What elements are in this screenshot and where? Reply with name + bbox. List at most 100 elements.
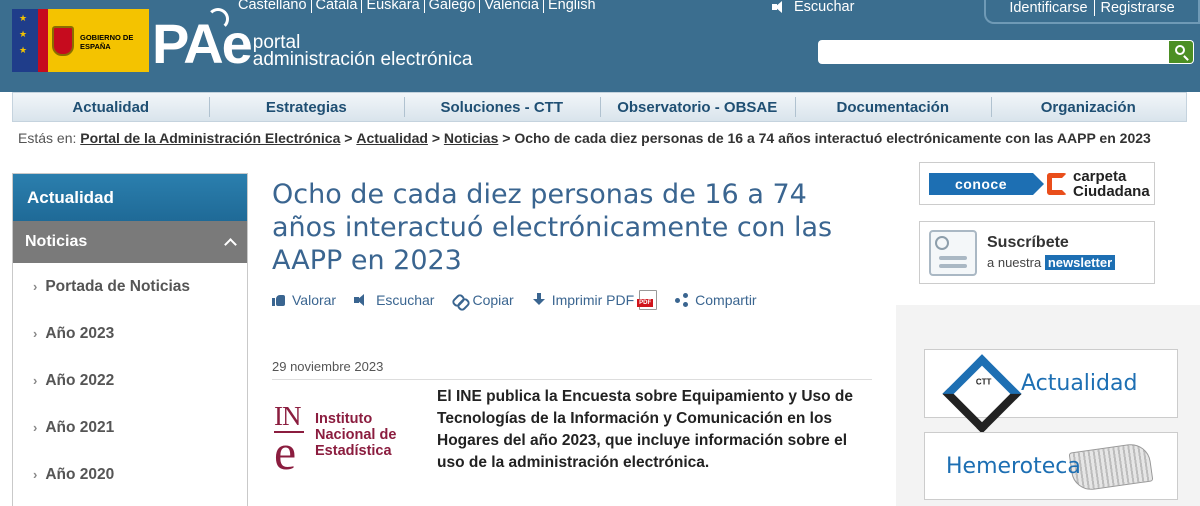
link-icon <box>452 293 466 307</box>
sidebar-section-noticias[interactable]: Noticias <box>13 221 247 263</box>
breadcrumb-current: Ocho de cada diez personas de 16 a 74 añ… <box>514 130 1151 146</box>
download-icon <box>532 293 546 307</box>
chevron-right-icon: › <box>33 279 38 294</box>
lang-valencia[interactable]: Valencià <box>480 0 544 13</box>
share-label: Compartir <box>695 292 757 308</box>
lang-english[interactable]: English <box>544 0 600 13</box>
thumbs-up-icon <box>272 293 286 307</box>
ine-logo: IN e Instituto Nacional de Estadística <box>272 402 422 480</box>
carpeta-ciudadana-banner[interactable]: conoce carpeta Ciudadana <box>919 162 1155 205</box>
carpeta-ciudadana-icon <box>1047 172 1067 195</box>
ctt-label: Actualidad <box>1021 371 1138 396</box>
register-link[interactable]: Registrarse <box>1093 0 1181 16</box>
sidebar-item-2023[interactable]: › Año 2023 <box>13 310 247 357</box>
pae-logo-big: PAe <box>152 12 253 75</box>
sidebar-item-label: Año 2021 <box>45 418 115 436</box>
breadcrumb: Estás en: Portal de la Administración El… <box>18 130 1151 146</box>
ctt-actualidad-banner[interactable]: CTT Actualidad <box>924 349 1178 418</box>
ctt-logo-icon: CTT <box>952 354 1011 413</box>
newsletter-line1: Suscríbete <box>987 233 1069 251</box>
language-selector: Castellano Català Euskara Galego Valenci… <box>238 0 600 13</box>
rate-label: Valorar <box>292 292 337 308</box>
lang-castellano[interactable]: Castellano <box>238 0 312 13</box>
breadcrumb-prefix: Estás en: <box>18 130 77 146</box>
search-bar <box>818 40 1194 64</box>
rate-button[interactable]: Valorar <box>272 292 336 308</box>
copy-button[interactable]: Copiar <box>452 292 513 308</box>
newsletter-line2: a nuestra <box>987 254 1042 270</box>
gov-logo-text: GOBIERNO DE ESPAÑA <box>80 33 134 51</box>
listen-label: Escuchar <box>794 0 855 15</box>
search-icon <box>1175 45 1185 55</box>
chevron-up-icon <box>224 238 237 251</box>
search-button[interactable] <box>1169 41 1193 63</box>
chevron-right-icon: › <box>33 467 38 482</box>
ine-line2: Nacional de <box>315 427 397 443</box>
newsletter-icon <box>929 229 977 276</box>
identify-link[interactable]: Identificarse <box>1003 0 1093 16</box>
nav-actualidad[interactable]: Actualidad <box>13 93 209 121</box>
breadcrumb-link-actualidad[interactable]: Actualidad <box>356 130 428 146</box>
speaker-icon <box>772 0 788 14</box>
nav-organizacion[interactable]: Organización <box>990 93 1187 121</box>
sidebar-header[interactable]: Actualidad <box>13 174 247 221</box>
ine-mark-icon: IN e <box>272 402 312 480</box>
article-actions: Valorar Escuchar Copiar Imprimir PDF Com… <box>272 290 775 310</box>
breadcrumb-link-portal[interactable]: Portal de la Administración Electrónica <box>80 130 340 146</box>
newspaper-icon <box>1068 441 1154 493</box>
sidebar-item-label: Portada de Noticias <box>45 277 191 295</box>
copy-label: Copiar <box>472 292 514 308</box>
pae-portal-logo[interactable]: PAe portal administración electrónica <box>152 8 473 75</box>
carpeta-line2: Ciudadana <box>1073 182 1150 200</box>
ine-line3: Estadística <box>315 443 392 459</box>
lang-galego[interactable]: Galego <box>425 0 481 13</box>
nav-documentacion[interactable]: Documentación <box>795 93 991 121</box>
newsletter-tag: newsletter <box>1044 254 1116 270</box>
main-nav: Actualidad Estrategias Soluciones - CTT … <box>12 92 1187 122</box>
sidebar-item-label: Año 2020 <box>45 465 115 483</box>
article-title: Ocho de cada diez personas de 16 a 74 añ… <box>272 179 833 276</box>
sidebar-item-label: Año 2023 <box>45 324 115 342</box>
share-icon <box>675 293 689 307</box>
nav-estrategias[interactable]: Estrategias <box>208 93 405 121</box>
eu-flag-icon: ★ ★ ★ <box>12 9 38 72</box>
ine-mark-bottom: e <box>274 424 297 480</box>
hemeroteca-banner[interactable]: Hemeroteca <box>924 432 1178 500</box>
article-date: 29 noviembre 2023 <box>272 359 384 374</box>
divider <box>272 379 872 380</box>
article-lead: El INE publica la Encuesta sobre Equipam… <box>437 388 854 471</box>
chevron-right-icon: › <box>33 373 38 388</box>
sidebar-item-2021[interactable]: › Año 2021 <box>13 404 247 451</box>
speaker-icon <box>354 293 370 307</box>
listen-page-button[interactable]: Escuchar <box>772 0 854 15</box>
lang-catala[interactable]: Català <box>312 0 363 13</box>
nav-observatorio[interactable]: Observatorio - OBSAE <box>599 93 796 121</box>
ine-line1: Instituto <box>315 411 373 427</box>
nav-soluciones-ctt[interactable]: Soluciones - CTT <box>404 93 600 121</box>
sidebar-item-2020[interactable]: › Año 2020 <box>13 451 247 498</box>
share-button[interactable]: Compartir <box>675 292 757 308</box>
coat-of-arms-icon <box>48 9 78 72</box>
breadcrumb-link-noticias[interactable]: Noticias <box>444 130 498 146</box>
conoce-label: conoce <box>929 172 1044 195</box>
sidebar: Actualidad Noticias › Portada de Noticia… <box>12 173 248 506</box>
print-label: Imprimir PDF <box>551 292 635 308</box>
listen-button[interactable]: Escuchar <box>354 292 434 308</box>
chevron-right-icon: › <box>33 326 38 341</box>
site-header: ★ ★ ★ GOBIERNO DE ESPAÑA PAe portal admini… <box>0 0 1200 92</box>
search-input[interactable] <box>818 40 1168 64</box>
gobierno-de-espana-logo[interactable]: ★ ★ ★ GOBIERNO DE ESPAÑA <box>12 9 149 72</box>
login-box: Identificarse Registrarse <box>984 0 1200 24</box>
pae-logo-line2: administración electrónica <box>252 49 473 70</box>
lang-euskara[interactable]: Euskara <box>362 0 425 13</box>
chevron-right-icon: › <box>33 420 38 435</box>
sidebar-item-label: Año 2022 <box>45 371 115 389</box>
sidebar-item-portada[interactable]: › Portada de Noticias <box>13 263 247 310</box>
print-pdf-button[interactable]: Imprimir PDF <box>532 290 658 310</box>
hemeroteca-label: Hemeroteca <box>946 453 1081 479</box>
sidebar-section-label: Noticias <box>25 233 88 250</box>
listen-label: Escuchar <box>376 292 435 308</box>
newsletter-banner[interactable]: Suscríbete a nuestra newsletter <box>919 221 1155 284</box>
ctt-badge: CTT <box>974 377 993 387</box>
sidebar-item-2022[interactable]: › Año 2022 <box>13 357 247 404</box>
